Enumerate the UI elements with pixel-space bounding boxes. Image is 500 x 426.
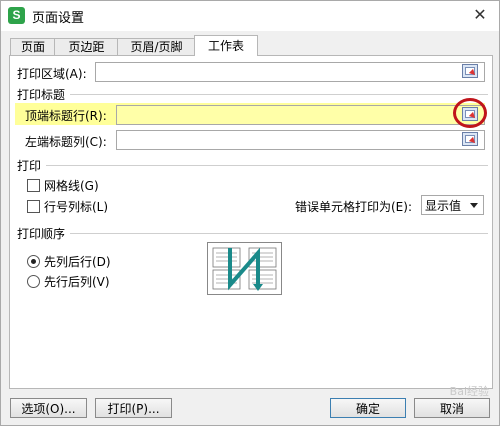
- cell-errors-select[interactable]: 显示值: [421, 195, 484, 215]
- print-section-title: 打印: [17, 159, 42, 173]
- dialog-title: 页面设置: [32, 11, 85, 26]
- tab-margins[interactable]: 页边距: [54, 38, 119, 56]
- down-then-over-radio[interactable]: [27, 255, 40, 268]
- top-title-rows-picker-icon[interactable]: [462, 107, 478, 121]
- page-order-section-title: 打印顺序: [17, 227, 66, 241]
- ok-button[interactable]: 确定: [330, 398, 406, 418]
- over-then-down-label: 先行后列(V): [44, 275, 110, 289]
- print-area-picker-icon[interactable]: [462, 64, 478, 78]
- page-order-diagram: [212, 247, 277, 291]
- gridlines-label: 网格线(G): [44, 179, 99, 193]
- options-button[interactable]: 选项(O)...: [10, 398, 87, 418]
- top-title-rows-field[interactable]: [116, 105, 485, 125]
- cell-errors-label: 错误单元格打印为(E):: [295, 200, 412, 214]
- title-bar: S 页面设置 ✕: [1, 1, 499, 31]
- section-divider: [70, 94, 488, 95]
- tab-sheet[interactable]: 工作表: [194, 35, 258, 56]
- left-title-cols-label: 左端标题列(C):: [25, 135, 107, 149]
- left-title-cols-picker-icon[interactable]: [462, 132, 478, 146]
- print-titles-section-title: 打印标题: [17, 88, 66, 102]
- tab-header-footer[interactable]: 页眉/页脚: [117, 38, 196, 56]
- row-col-headers-label: 行号列标(L): [44, 200, 109, 214]
- close-button[interactable]: ✕: [469, 4, 491, 26]
- print-area-input[interactable]: [96, 63, 484, 81]
- page-setup-dialog: S 页面设置 ✕ 页面 页边距 页眉/页脚 工作表 打印区域(A): 打印标题 …: [0, 0, 500, 426]
- row-col-headers-checkbox[interactable]: [27, 200, 40, 213]
- section-divider: [70, 233, 488, 234]
- app-icon: S: [8, 7, 25, 24]
- left-title-cols-input[interactable]: [117, 131, 484, 149]
- tab-page[interactable]: 页面: [10, 38, 56, 56]
- chevron-down-icon: [470, 203, 478, 208]
- sheet-panel: 打印区域(A): 打印标题 顶端标题行(R): 左端标题列(C): 打印 网格线…: [9, 55, 493, 389]
- gridlines-checkbox[interactable]: [27, 179, 40, 192]
- top-title-rows-label: 顶端标题行(R):: [25, 109, 107, 123]
- cell-errors-value: 显示值: [425, 199, 462, 213]
- top-title-rows-input[interactable]: [117, 106, 484, 124]
- over-then-down-radio[interactable]: [27, 275, 40, 288]
- print-area-field[interactable]: [95, 62, 485, 82]
- print-button[interactable]: 打印(P)...: [95, 398, 172, 418]
- section-divider: [46, 165, 488, 166]
- down-then-over-label: 先列后行(D): [44, 255, 111, 269]
- print-area-label: 打印区域(A):: [17, 67, 87, 81]
- left-title-cols-field[interactable]: [116, 130, 485, 150]
- cancel-button[interactable]: 取消: [414, 398, 490, 418]
- page-order-preview-icon: [207, 242, 282, 295]
